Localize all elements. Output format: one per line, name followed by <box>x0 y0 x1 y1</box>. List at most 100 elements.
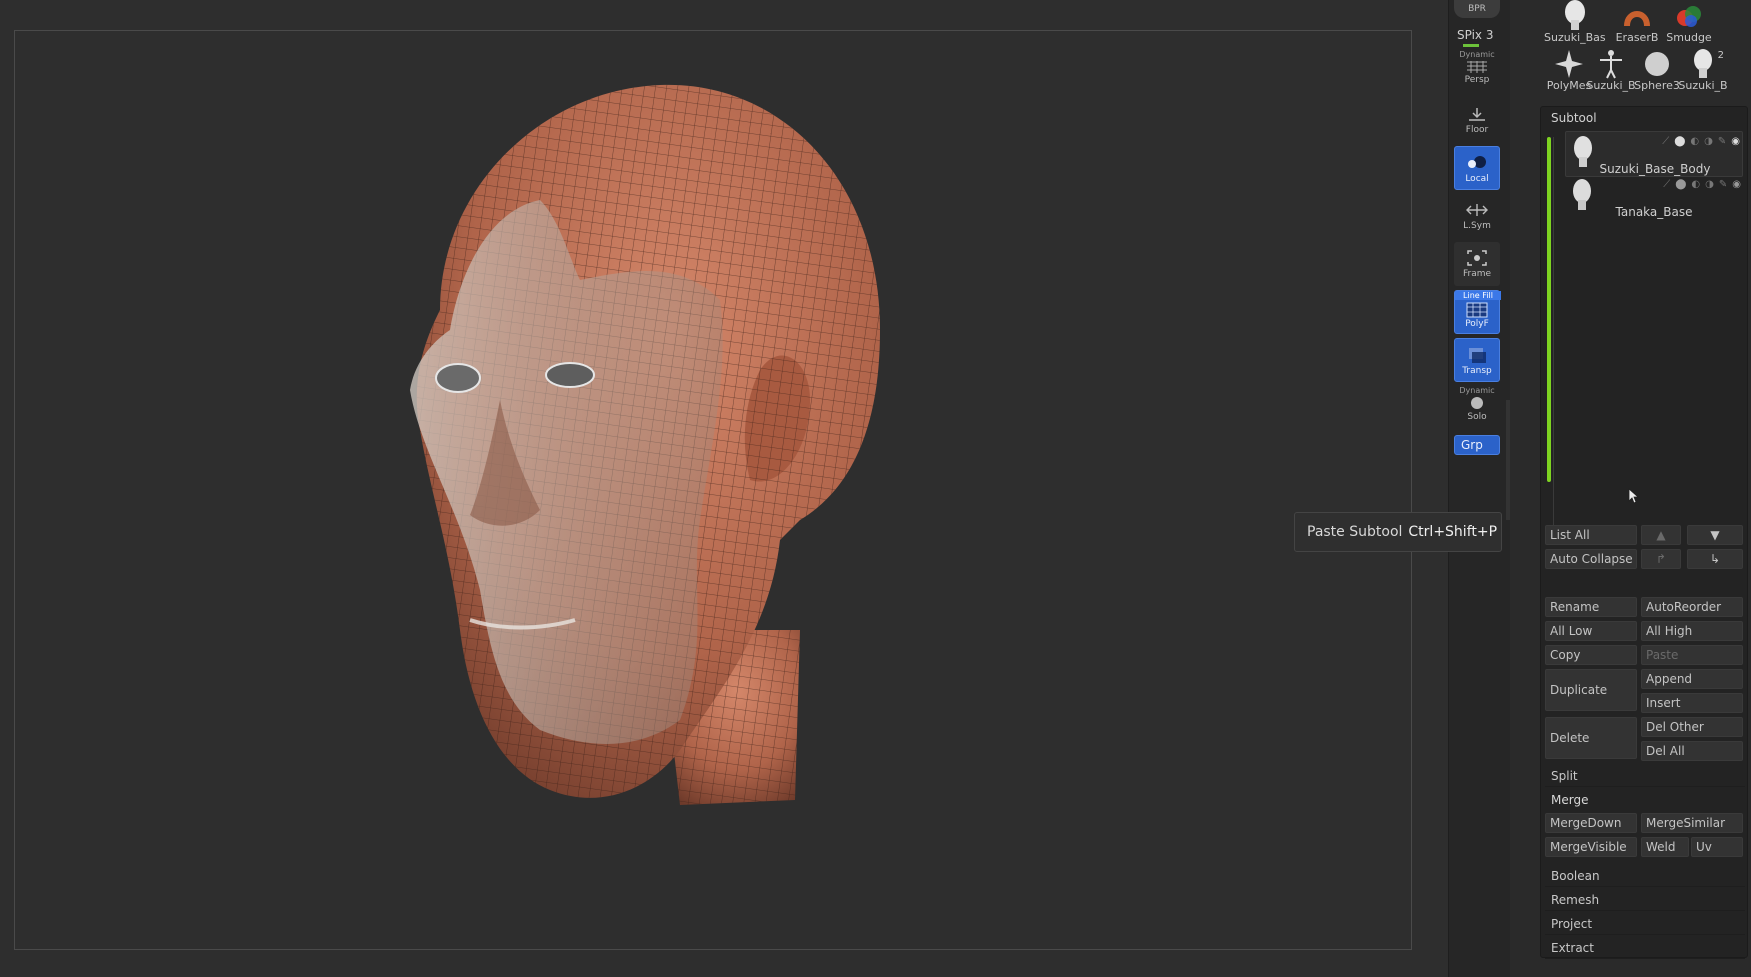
grp-button[interactable]: Grp <box>1454 435 1500 455</box>
mouse-cursor-icon <box>1628 488 1640 504</box>
subtool-scrollbar[interactable] <box>1547 137 1551 482</box>
local-label: Local <box>1465 174 1489 184</box>
weld-toggle[interactable]: Weld <box>1641 837 1689 857</box>
transp-button[interactable]: Transp <box>1454 338 1500 382</box>
merge-section[interactable]: Merge <box>1545 789 1745 811</box>
polyf-label: PolyF <box>1465 319 1489 329</box>
head-thumb-icon <box>1565 0 1585 30</box>
mergedown-button[interactable]: MergeDown <box>1545 813 1637 833</box>
line-fill-label: Line Fill <box>1455 291 1501 300</box>
head-thumb-icon <box>1694 49 1712 78</box>
autoreorder-button[interactable]: AutoReorder <box>1641 597 1743 617</box>
frame-button[interactable]: Frame <box>1454 242 1500 286</box>
bpr-button[interactable]: BPR <box>1454 0 1500 18</box>
subtool-item-name: Suzuki_Base_Body <box>1599 162 1711 176</box>
tool-thumb-label: Sphere3 <box>1634 79 1680 92</box>
all-low-button[interactable]: All Low <box>1545 621 1637 641</box>
mergevisible-button[interactable]: MergeVisible <box>1545 837 1637 857</box>
floor-button[interactable]: Floor <box>1454 98 1500 142</box>
subtool-scroll-track <box>1553 137 1554 527</box>
subtool-item-name: Tanaka_Base <box>1615 205 1693 219</box>
floor-icon <box>1469 108 1485 121</box>
brush-icon[interactable]: ⟋ <box>1663 179 1670 191</box>
solo-label: Solo <box>1467 412 1487 422</box>
brush-icon[interactable]: ⟋ <box>1662 136 1669 148</box>
eye-icon[interactable]: ◉ <box>1732 179 1741 191</box>
thumb-badge: 2 <box>1717 50 1724 61</box>
right-shelf: BPR SPix 3 Dynamic Persp Floor Local L.S… <box>1448 0 1510 977</box>
toggle-icon[interactable]: ⬤ <box>1674 136 1685 148</box>
transp-label: Transp <box>1462 366 1492 376</box>
arrow-turn-icon: ↱ <box>1655 552 1667 566</box>
persp-dynamic-label: Dynamic <box>1459 50 1495 59</box>
document-viewport[interactable] <box>0 0 1448 977</box>
move-right-button[interactable]: ↱ <box>1641 549 1681 569</box>
insert-button[interactable]: Insert <box>1641 693 1743 713</box>
subtool-item-toggles: ⟋ ⬤ ◐ ◑ ✎ ◉ <box>1662 136 1740 148</box>
rename-button[interactable]: Rename <box>1545 597 1637 617</box>
arrow-down-icon: ▼ <box>1710 528 1720 542</box>
lsym-label: L.Sym <box>1463 221 1491 231</box>
copy-button[interactable]: Copy <box>1545 645 1637 665</box>
delete-button[interactable]: Delete <box>1545 717 1637 759</box>
pen-icon[interactable]: ✎ <box>1718 136 1726 148</box>
persp-grid-icon <box>1467 61 1487 73</box>
duplicate-button[interactable]: Duplicate <box>1545 669 1637 711</box>
project-section[interactable]: Project <box>1545 913 1745 935</box>
tool-thumb-suzuki-base-body[interactable]: Suzuki_Base_Bo <box>1544 0 1606 48</box>
polyf-button[interactable]: Line Fill PolyF <box>1454 290 1501 334</box>
auto-collapse-button[interactable]: Auto Collapse <box>1545 549 1637 569</box>
persp-button[interactable]: Dynamic Persp <box>1454 50 1500 94</box>
split-section[interactable]: Split <box>1545 765 1745 787</box>
pen-icon[interactable]: ✎ <box>1719 179 1727 191</box>
list-all-button[interactable]: List All <box>1545 525 1637 545</box>
solo-icon <box>1471 397 1483 409</box>
frame-icon <box>1467 250 1487 266</box>
subtool-item-tanaka-base[interactable]: ⟋ ⬤ ◐ ◑ ✎ ◉ Tanaka_Base <box>1565 175 1743 221</box>
eye-icon[interactable]: ◉ <box>1731 136 1740 148</box>
subtool-item-suzuki-base-body[interactable]: ⟋ ⬤ ◐ ◑ ✎ ◉ Suzuki_Base_Body <box>1565 131 1743 177</box>
subtool-item-toggles: ⟋ ⬤ ◐ ◑ ✎ ◉ <box>1663 179 1741 191</box>
paste-subtool-tooltip: Paste Subtool Ctrl+Shift+P <box>1294 512 1502 552</box>
paste-button[interactable]: Paste <box>1641 645 1743 665</box>
move-down-button[interactable]: ▼ <box>1687 525 1743 545</box>
del-all-button[interactable]: Del All <box>1641 741 1743 761</box>
local-button[interactable]: Local <box>1454 146 1500 190</box>
boolean-section[interactable]: Boolean <box>1545 865 1745 887</box>
move-up-button[interactable]: ▲ <box>1641 525 1681 545</box>
tool-thumb-smudge[interactable]: Smudge <box>1664 0 1714 48</box>
subtool-list: ⟋ ⬤ ◐ ◑ ✎ ◉ Suzuki_Base_Body ⟋ ⬤ ◐ ◑ ✎ ◉ <box>1547 129 1747 619</box>
tool-thumb-suzuki-b-2[interactable]: Suzuki_B 2 <box>1678 48 1728 96</box>
del-other-button[interactable]: Del Other <box>1641 717 1743 737</box>
spix-slider[interactable] <box>1463 44 1479 47</box>
extract-section[interactable]: Extract <box>1545 937 1745 959</box>
head-model[interactable] <box>380 70 960 870</box>
tool-thumb-label: EraserB <box>1615 31 1659 44</box>
toggle-icon[interactable]: ⬤ <box>1675 179 1686 191</box>
solo-button[interactable]: Dynamic Solo <box>1454 386 1500 430</box>
subtool-title[interactable]: Subtool <box>1551 111 1597 125</box>
sphere-icon <box>1645 52 1669 76</box>
tool-thumb-label: Suzuki_B <box>1678 79 1728 92</box>
mergesimilar-button[interactable]: MergeSimilar <box>1641 813 1743 833</box>
tool-thumb-eraserb[interactable]: EraserB <box>1612 0 1662 48</box>
all-high-button[interactable]: All High <box>1641 621 1743 641</box>
local-icon <box>1468 156 1486 168</box>
move-out-button[interactable]: ↳ <box>1687 549 1743 569</box>
spix-label[interactable]: SPix 3 <box>1457 28 1493 42</box>
remesh-section[interactable]: Remesh <box>1545 889 1745 911</box>
half-circle-icon[interactable]: ◐ <box>1691 179 1700 191</box>
arrow-up-icon: ▲ <box>1656 528 1666 542</box>
lsym-button[interactable]: L.Sym <box>1454 194 1500 238</box>
append-button[interactable]: Append <box>1641 669 1743 689</box>
uv-toggle[interactable]: Uv <box>1691 837 1743 857</box>
polyf-icon <box>1466 302 1488 318</box>
eraser-brush-icon <box>1624 11 1650 27</box>
solo-dynamic-label: Dynamic <box>1459 386 1495 395</box>
tool-thumbnails: Suzuki_Base_Bo EraserB Smudge PolyMes Su… <box>1540 0 1751 100</box>
tool-thumb-suzuki-b-1[interactable]: Suzuki_B <box>1586 48 1636 96</box>
half-circle-icon[interactable]: ◐ <box>1690 136 1699 148</box>
circle-icon[interactable]: ◑ <box>1705 179 1714 191</box>
circle-icon[interactable]: ◑ <box>1704 136 1713 148</box>
tool-thumb-sphere3d[interactable]: Sphere3 <box>1632 48 1682 96</box>
